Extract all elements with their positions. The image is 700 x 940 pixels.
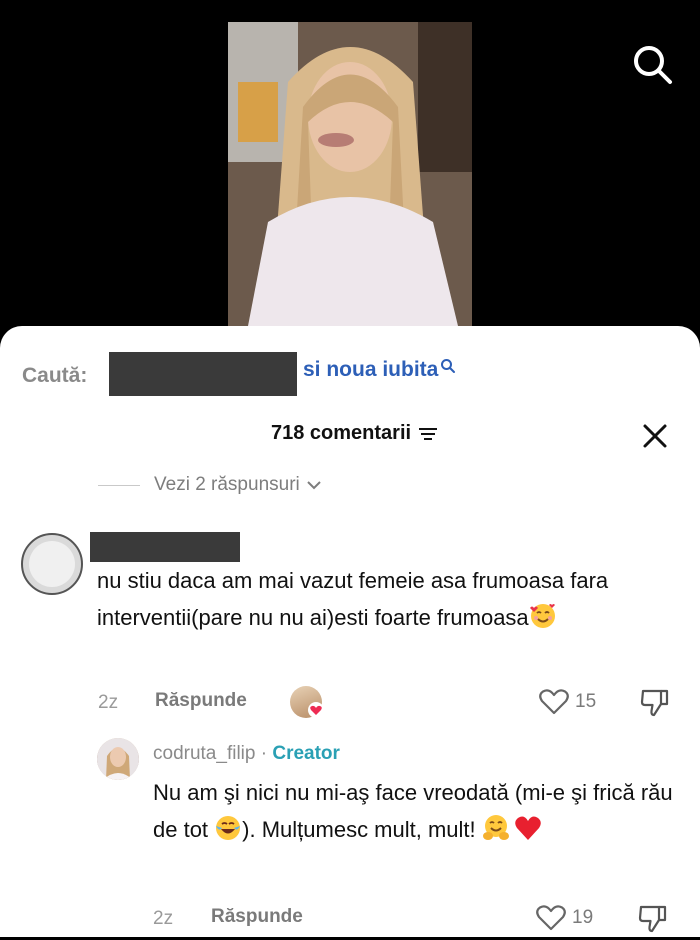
search-icon <box>634 46 672 84</box>
reply-text: Nu am şi nici nu mi-aş face vreodată (mi… <box>153 774 683 848</box>
comments-count-label: 718 comentarii <box>271 422 412 444</box>
view-replies-button[interactable]: Vezi 2 răspunsuri <box>98 474 322 496</box>
like-count: 15 <box>575 691 597 712</box>
search-label: Caută: <box>22 364 88 387</box>
reply-button[interactable]: Răspunde <box>155 690 247 712</box>
reply-username[interactable]: codruta_filip <box>153 743 255 764</box>
comment-text: nu stiu daca am mai vazut femeie asa fru… <box>97 562 687 636</box>
thumbs-down-icon[interactable] <box>639 687 671 717</box>
red-heart-emoji <box>514 816 541 840</box>
hugging-face-emoji <box>482 815 509 840</box>
avatar[interactable] <box>21 533 83 595</box>
close-icon <box>643 424 667 448</box>
chevron-down-icon <box>307 481 321 490</box>
reply-username-row: codruta_filip · Creator <box>153 743 340 765</box>
view-replies-label: Vezi 2 răspunsuri <box>154 474 300 495</box>
like-count: 19 <box>572 907 594 928</box>
heart-icon <box>308 702 324 718</box>
search-term-link[interactable]: si noua iubita <box>303 358 456 382</box>
reply-body-end: ). Mulțumesc mult, mult! <box>242 817 482 842</box>
video-area <box>0 0 700 340</box>
smiling-face-with-hearts-emoji <box>529 604 555 628</box>
reply-meta: 2z Răspunde 19 <box>153 900 673 940</box>
creator-avatar[interactable] <box>97 738 139 780</box>
heart-outline-icon[interactable] <box>538 688 570 716</box>
search-term-text: si noua iubita <box>303 358 439 381</box>
video-thumbnail[interactable] <box>228 22 472 326</box>
redacted-username <box>90 532 240 562</box>
creator-badge: Creator <box>272 743 340 764</box>
heart-outline-icon[interactable] <box>535 904 567 932</box>
comment-meta: 2z Răspunde 15 <box>98 684 678 724</box>
creator-liked-avatar <box>290 686 324 718</box>
thumbs-down-icon[interactable] <box>637 903 669 933</box>
face-with-tears-of-joy-emoji <box>216 816 241 840</box>
filter-icon <box>419 427 438 440</box>
search-icon <box>441 359 456 373</box>
comment-time: 2z <box>98 692 119 713</box>
separator: · <box>255 743 273 764</box>
reply-time: 2z <box>153 908 174 929</box>
divider-line <box>98 484 140 486</box>
comments-sheet: Caută: si noua iubita 718 comentarii Vez… <box>0 326 700 937</box>
search-button[interactable] <box>628 40 676 88</box>
search-suggestion[interactable]: Caută: <box>22 354 87 398</box>
close-button[interactable] <box>640 421 670 451</box>
comments-count[interactable]: 718 comentarii <box>271 422 439 445</box>
redacted-name <box>109 352 297 396</box>
reply-button[interactable]: Răspunde <box>211 906 303 928</box>
